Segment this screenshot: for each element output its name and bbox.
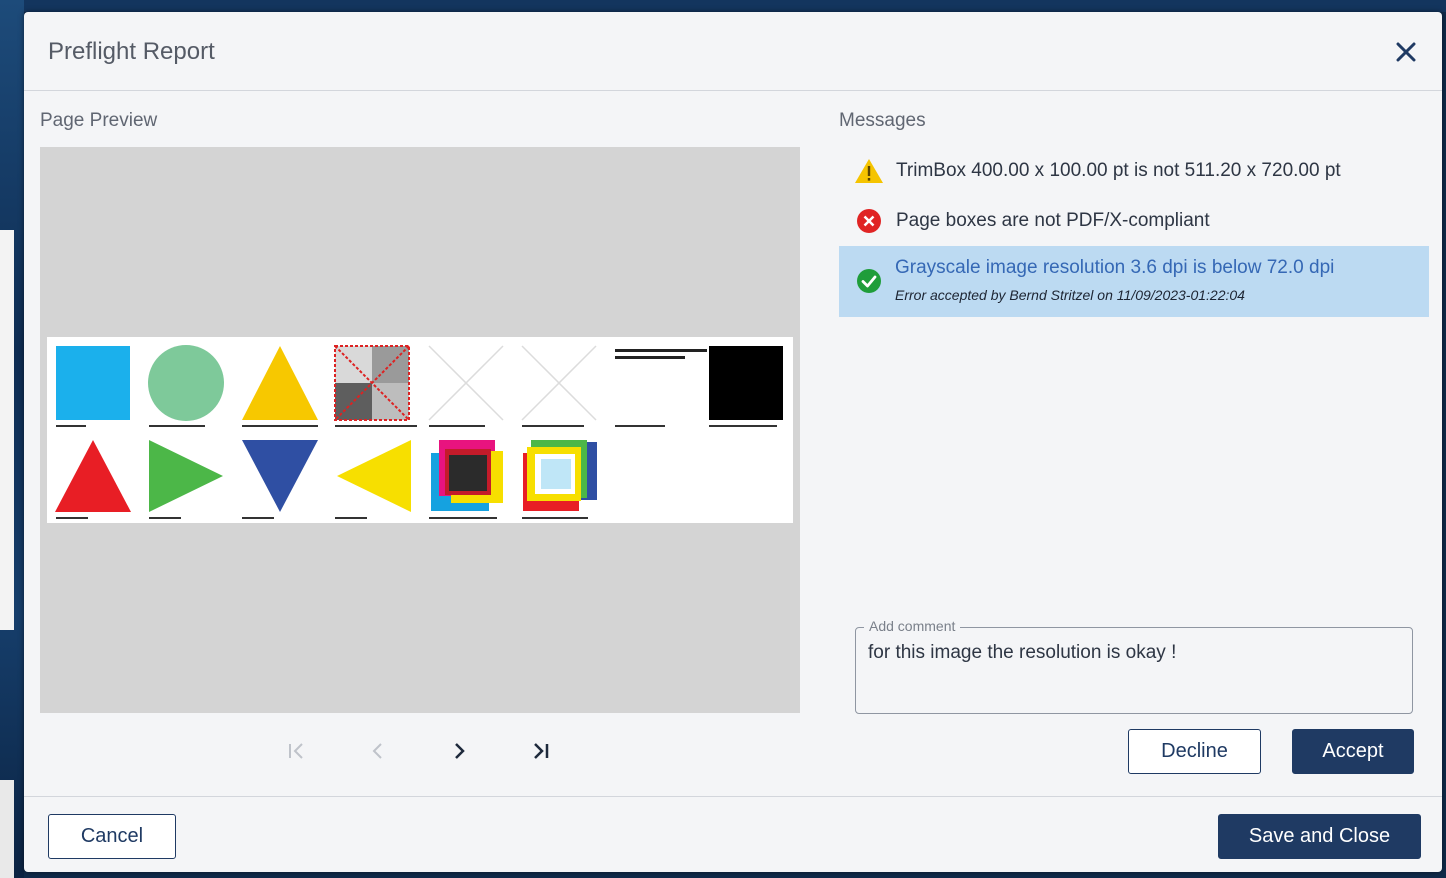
page-sheet — [47, 337, 793, 523]
background-app-top — [0, 0, 1446, 12]
color-frame-squares — [523, 440, 597, 511]
message-item-error[interactable]: Page boxes are not PDF/X-compliant — [856, 208, 1210, 234]
save-and-close-button[interactable]: Save and Close — [1218, 814, 1421, 859]
prev-page-button[interactable] — [353, 736, 403, 766]
green-play-triangle — [149, 440, 223, 512]
warning-icon — [855, 159, 883, 183]
first-page-button[interactable] — [272, 736, 322, 766]
gray-checker-box — [334, 345, 410, 421]
preflight-report-dialog: Preflight Report Page Preview Messages T… — [24, 12, 1442, 872]
empty-cross-1 — [428, 345, 504, 421]
next-page-icon — [455, 743, 465, 759]
comment-field: Add comment — [855, 618, 1413, 714]
page-preview[interactable] — [40, 147, 800, 713]
overprint-squares — [431, 440, 503, 511]
empty-cross-2 — [521, 345, 597, 421]
black-square — [709, 346, 783, 420]
check-icon — [857, 269, 881, 293]
green-circle — [148, 345, 224, 421]
message-note: Error accepted by Bernd Stritzel on 11/0… — [895, 287, 1245, 303]
dialog-title: Preflight Report — [48, 38, 215, 65]
yellow-triangle — [242, 346, 318, 420]
comment-legend: Add comment — [864, 618, 961, 634]
error-icon — [857, 209, 881, 233]
message-text: TrimBox 400.00 x 100.00 pt is not 511.20… — [896, 160, 1341, 181]
footer-divider — [24, 796, 1442, 797]
first-page-icon — [289, 743, 303, 759]
message-text: Page boxes are not PDF/X-compliant — [896, 210, 1210, 231]
close-button[interactable] — [1392, 38, 1420, 66]
messages-label: Messages — [839, 110, 926, 131]
next-page-button[interactable] — [434, 736, 484, 766]
last-page-icon — [534, 743, 549, 759]
message-item-warning[interactable]: TrimBox 400.00 x 100.00 pt is not 511.20… — [854, 158, 1341, 184]
red-triangle — [55, 440, 131, 512]
comment-input[interactable] — [868, 642, 1398, 702]
message-item-accepted[interactable]: Grayscale image resolution 3.6 dpi is be… — [839, 246, 1429, 317]
close-icon — [1396, 42, 1416, 62]
yellow-left-triangle — [337, 440, 411, 512]
accept-button[interactable]: Accept — [1292, 729, 1414, 774]
background-app-panel — [0, 230, 14, 630]
cyan-square — [56, 346, 130, 420]
prev-page-icon — [372, 743, 382, 759]
background-app-panel-bottom — [0, 780, 14, 878]
page-preview-label: Page Preview — [40, 110, 158, 131]
message-text: Grayscale image resolution 3.6 dpi is be… — [895, 257, 1335, 278]
cancel-button[interactable]: Cancel — [48, 814, 176, 859]
dialog-header: Preflight Report — [24, 12, 1442, 91]
decline-button[interactable]: Decline — [1128, 729, 1261, 774]
page-thumbnail — [55, 345, 783, 519]
blue-down-triangle — [242, 440, 318, 512]
last-page-button[interactable] — [515, 736, 565, 766]
